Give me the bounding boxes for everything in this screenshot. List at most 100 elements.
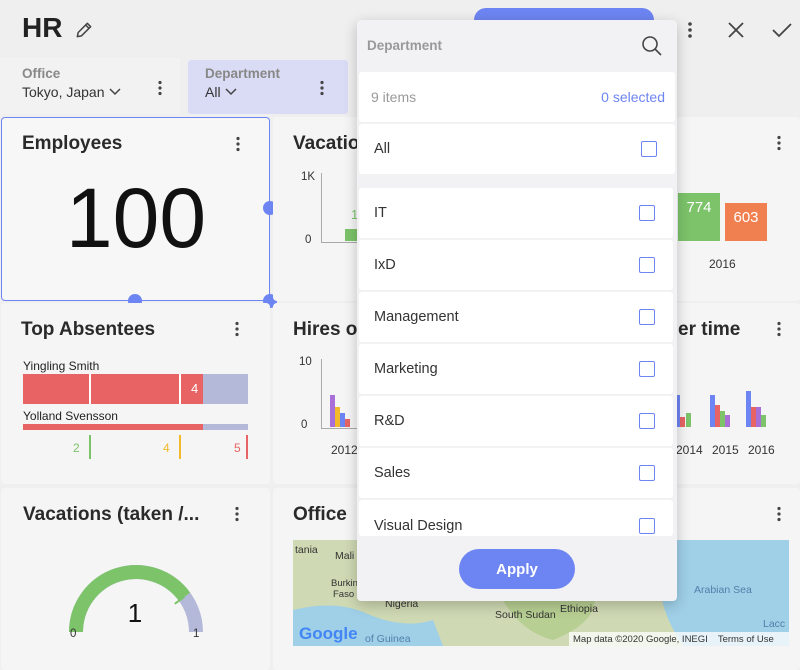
dropdown-item-checkbox[interactable]: [639, 309, 655, 325]
absentee-bar-2-red: [23, 424, 203, 430]
top-absentees-more-icon[interactable]: [227, 319, 247, 339]
over-time-bar: [761, 415, 766, 427]
dropdown-title: Department: [367, 38, 443, 53]
hires-y-tick-bottom: 0: [301, 419, 308, 431]
vacations-gauge-value: 1: [127, 598, 143, 628]
search-icon[interactable]: [641, 35, 663, 57]
vacations-gauge-min: 0: [70, 628, 77, 640]
map-terms-link[interactable]: Terms of Use: [718, 634, 774, 645]
vacations-taken-title: Vacations (taken /...: [23, 504, 200, 525]
top-absentees-card[interactable]: Top Absentees Yingling Smith 4 Yolland S…: [1, 303, 270, 484]
hires-x-axis: [321, 428, 361, 429]
dropdown-item-label: Visual Design: [374, 518, 463, 534]
absentee-bar-1-rest: [203, 374, 248, 404]
office-map-title: Office: [293, 504, 347, 525]
hires-bar: [345, 419, 350, 427]
chevron-down-icon: [108, 88, 121, 96]
office-filter[interactable]: Office Tokyo, Japan: [0, 58, 180, 114]
more-options-icon[interactable]: [678, 18, 702, 42]
hires-y-tick-top: 10: [299, 356, 312, 368]
employees-card-title: Employees: [22, 133, 123, 154]
dropdown-item-rnd[interactable]: R&D: [359, 396, 673, 446]
vacations-bar-774-label: 774: [686, 199, 712, 216]
dropdown-item-checkbox[interactable]: [639, 413, 655, 429]
dropdown-selected-count: 0 selected: [601, 89, 665, 105]
google-logo: Google: [299, 624, 358, 643]
absentee-marker-line: [89, 435, 91, 459]
hires-y-axis: [321, 359, 322, 429]
vacations-bar-603-label: 603: [733, 209, 759, 226]
absentee-marker-line: [179, 435, 181, 459]
vacations-y-tick-bottom: 0: [305, 234, 312, 246]
close-icon[interactable]: [724, 18, 748, 42]
vacations-x-axis: [321, 242, 361, 243]
vacations-gauge-max: 1: [193, 628, 200, 640]
dropdown-item-label: IT: [374, 205, 387, 221]
vacations-y-axis: [321, 173, 322, 243]
absentee-bar-1-red: [23, 374, 203, 404]
department-filter[interactable]: Department All: [188, 60, 348, 114]
absentee-marker-label: 2: [73, 441, 80, 455]
dropdown-item-all[interactable]: All: [359, 124, 675, 174]
office-filter-value[interactable]: Tokyo, Japan: [22, 84, 121, 100]
dropdown-item-label: Management: [374, 309, 459, 325]
chevron-down-icon: [225, 88, 237, 96]
office-map-more-icon[interactable]: [769, 504, 789, 524]
vacations-y-tick-top: 1K: [301, 171, 316, 183]
dropdown-item-checkbox[interactable]: [639, 257, 655, 273]
vacations-card-title: Vacatio: [293, 133, 360, 154]
map-label: of Guinea: [365, 633, 411, 645]
dropdown-item-label: IxD: [374, 257, 396, 273]
department-dropdown[interactable]: Department 9 items 0 selected All IT IxD…: [357, 20, 677, 601]
map-attribution: Map data ©2020 Google, INEGI: [573, 633, 708, 645]
hires-x-label-2012: 2012: [331, 443, 358, 457]
map-label: Lacc: [763, 618, 786, 630]
dropdown-item-sales[interactable]: Sales: [359, 448, 673, 498]
dropdown-item-management[interactable]: Management: [359, 292, 673, 342]
map-label: Mali: [335, 550, 355, 562]
map-label: South Sudan: [495, 609, 556, 621]
vacations-taken-more-icon[interactable]: [227, 504, 247, 524]
hires-card-more-icon[interactable]: [769, 319, 789, 339]
office-filter-more-icon[interactable]: [150, 78, 170, 98]
dropdown-item-checkbox[interactable]: [639, 518, 655, 534]
dropdown-item-checkbox[interactable]: [639, 205, 655, 221]
edit-icon[interactable]: [72, 18, 96, 42]
dropdown-item-label: Sales: [374, 465, 411, 481]
top-absentees-title: Top Absentees: [21, 319, 156, 340]
dropdown-item-checkbox[interactable]: [639, 465, 655, 481]
apply-button[interactable]: Apply: [459, 549, 575, 589]
employees-card[interactable]: Employees 100: [1, 117, 270, 301]
dropdown-item-marketing[interactable]: Marketing: [359, 344, 673, 394]
office-filter-value-text: Tokyo, Japan: [22, 84, 105, 100]
dropdown-count: 9 items: [371, 89, 417, 105]
absentee-marker-line: [246, 435, 248, 459]
absentee-marker-label: 4: [163, 441, 170, 455]
absentee-name-2: Yolland Svensson: [23, 409, 118, 423]
department-filter-more-icon[interactable]: [312, 78, 332, 98]
employees-card-more-icon[interactable]: [228, 134, 248, 154]
confirm-check-icon[interactable]: [770, 18, 794, 42]
department-filter-value[interactable]: All: [205, 84, 237, 100]
absentee-marker-label: 5: [234, 441, 241, 455]
dropdown-item-it[interactable]: IT: [359, 188, 673, 238]
department-filter-label: Department: [205, 66, 281, 81]
dropdown-item-checkbox[interactable]: [641, 141, 657, 157]
absentee-name-1: Yingling Smith: [23, 359, 100, 373]
dropdown-item-checkbox[interactable]: [639, 361, 655, 377]
department-filter-value-text: All: [205, 84, 221, 100]
vacations-card-more-icon[interactable]: [769, 133, 789, 153]
dropdown-item-visual-design[interactable]: Visual Design: [359, 500, 673, 536]
over-time-bar: [725, 415, 730, 427]
over-time-card-title: er time: [678, 319, 741, 340]
dropdown-item-ixd[interactable]: IxD: [359, 240, 673, 290]
dropdown-item-label: All: [374, 141, 391, 157]
absentee-bar-2-rest: [203, 424, 248, 430]
absentee-bar-1-divider: [89, 374, 91, 404]
vacations-taken-card[interactable]: Vacations (taken /... 1 0 1: [1, 488, 270, 670]
absentee-bar-1-badge: 4: [191, 381, 199, 396]
dropdown-summary: 9 items 0 selected: [359, 72, 675, 122]
over-time-bar: [686, 413, 691, 427]
map-label: Burkin: [331, 578, 358, 589]
dropdown-item-label: R&D: [374, 413, 405, 429]
